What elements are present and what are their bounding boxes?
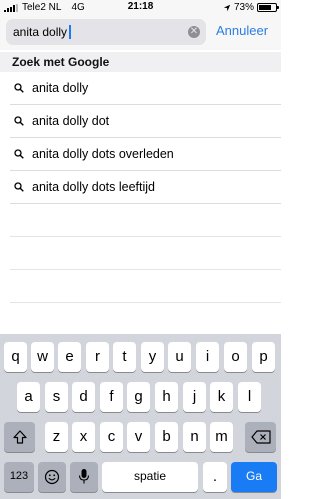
key-h[interactable]: h xyxy=(155,382,178,412)
key-o[interactable]: o xyxy=(224,342,247,372)
suggestion-label: anita dolly dot xyxy=(32,114,110,128)
text-caret xyxy=(69,25,71,39)
battery-level xyxy=(259,5,271,10)
key-x[interactable]: x xyxy=(72,422,95,452)
shift-key[interactable] xyxy=(4,422,35,452)
emoji-icon xyxy=(44,469,60,485)
key-z[interactable]: z xyxy=(45,422,68,452)
key-t[interactable]: t xyxy=(113,342,136,372)
suggestion-item[interactable]: anita dolly dot xyxy=(10,105,281,138)
clear-icon[interactable]: ✕ xyxy=(188,26,200,38)
key-e[interactable]: e xyxy=(58,342,81,372)
cancel-button[interactable]: Annuleer xyxy=(216,23,268,38)
search-input[interactable]: anita dolly ✕ xyxy=(6,19,206,45)
key-b[interactable]: b xyxy=(155,422,178,452)
search-icon xyxy=(14,83,24,93)
empty-row xyxy=(10,303,281,336)
key-i[interactable]: i xyxy=(196,342,219,372)
section-header-label: Zoek met Google xyxy=(12,55,110,69)
suggestion-label: anita dolly dots leeftijd xyxy=(32,180,155,194)
status-bar: Tele2 NL 4G 21:18 73% xyxy=(0,0,281,14)
battery-icon xyxy=(257,3,279,12)
suggestion-item[interactable]: anita dolly xyxy=(10,72,281,105)
key-a[interactable]: a xyxy=(17,382,40,412)
key-s[interactable]: s xyxy=(45,382,68,412)
period-key[interactable]: . xyxy=(203,462,227,492)
key-y[interactable]: y xyxy=(141,342,164,372)
suggestion-list: anita dolly anita dolly dot anita dolly … xyxy=(0,72,281,336)
key-q[interactable]: q xyxy=(4,342,27,372)
key-k[interactable]: k xyxy=(210,382,233,412)
key-g[interactable]: g xyxy=(127,382,150,412)
space-key[interactable]: spatie xyxy=(102,462,198,492)
key-j[interactable]: j xyxy=(183,382,206,412)
key-r[interactable]: r xyxy=(86,342,109,372)
key-u[interactable]: u xyxy=(168,342,191,372)
suggestion-item[interactable]: anita dolly dots overleden xyxy=(10,138,281,171)
key-n[interactable]: n xyxy=(183,422,206,452)
status-right: 73% xyxy=(223,2,279,13)
location-icon xyxy=(223,4,231,11)
key-l[interactable]: l xyxy=(238,382,261,412)
go-key[interactable]: Ga xyxy=(231,462,277,492)
search-icon xyxy=(14,116,24,126)
key-v[interactable]: v xyxy=(127,422,150,452)
microphone-icon xyxy=(78,469,90,484)
search-icon xyxy=(14,182,24,192)
section-header: Zoek met Google xyxy=(0,52,281,72)
search-query-text[interactable]: anita dolly xyxy=(13,25,71,39)
empty-row xyxy=(10,204,281,237)
search-icon xyxy=(14,149,24,159)
shift-icon xyxy=(12,430,27,444)
empty-row xyxy=(10,270,281,303)
key-w[interactable]: w xyxy=(31,342,54,372)
key-c[interactable]: c xyxy=(100,422,123,452)
key-p[interactable]: p xyxy=(252,342,275,372)
battery-percent: 73% xyxy=(233,2,254,13)
key-m[interactable]: m xyxy=(210,422,233,452)
numbers-key[interactable]: 123 xyxy=(4,462,34,492)
delete-key[interactable] xyxy=(245,422,276,452)
search-query-value: anita dolly xyxy=(13,25,68,39)
keyboard: q w e r t y u i o p a s d f g h j k l z … xyxy=(0,334,281,499)
emoji-key[interactable] xyxy=(38,462,66,492)
search-area: anita dolly ✕ Annuleer xyxy=(0,14,281,50)
key-f[interactable]: f xyxy=(100,382,123,412)
microphone-key[interactable] xyxy=(70,462,98,492)
empty-row xyxy=(10,237,281,270)
key-d[interactable]: d xyxy=(72,382,95,412)
backspace-icon xyxy=(250,430,271,444)
suggestion-label: anita dolly dots overleden xyxy=(32,147,174,161)
suggestion-label: anita dolly xyxy=(32,81,89,95)
suggestion-item[interactable]: anita dolly dots leeftijd xyxy=(10,171,281,204)
